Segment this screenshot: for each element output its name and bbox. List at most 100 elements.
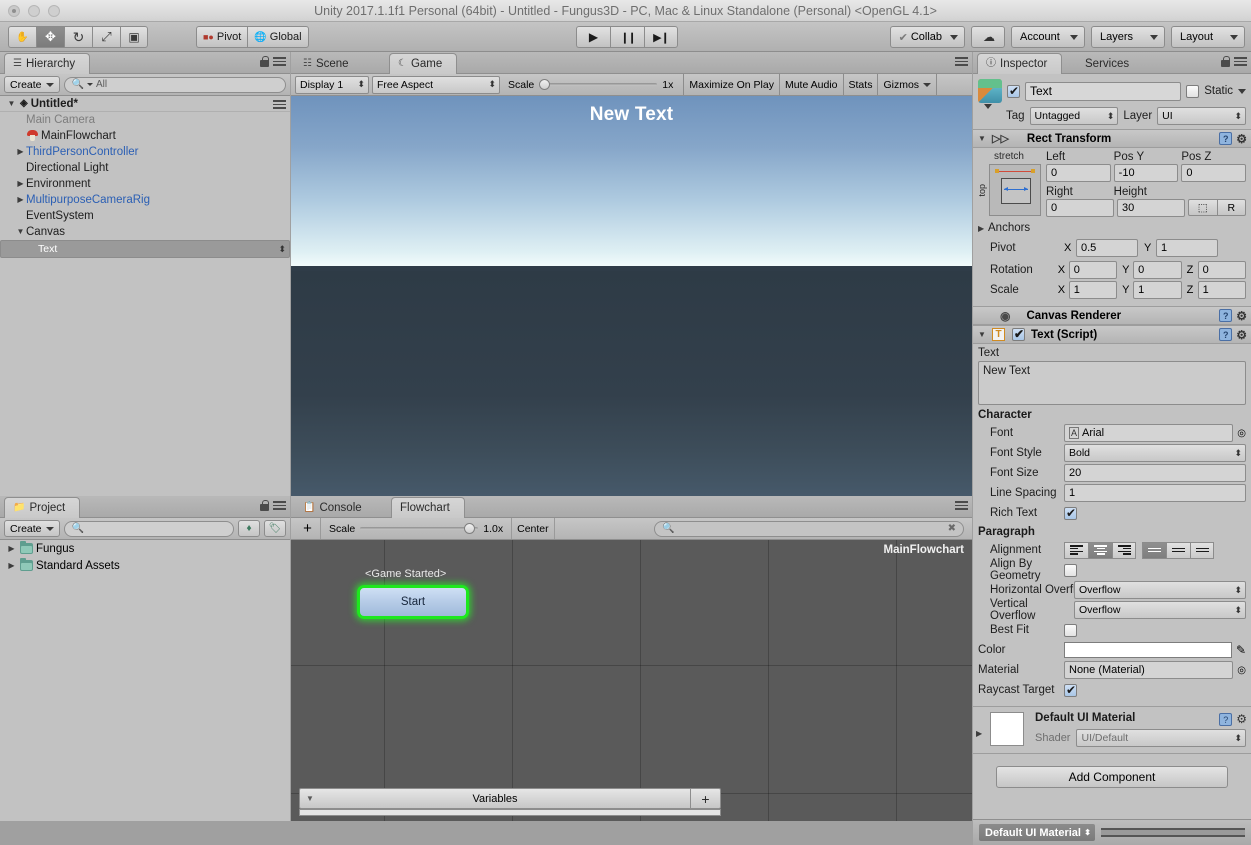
tab-project[interactable]: 📁 Project [4,497,81,518]
canvas-renderer-header-icons[interactable]: ? ⚙ [1219,309,1247,323]
font-style-dropdown[interactable]: Bold [1064,444,1246,462]
hierarchy-item[interactable]: EventSystem [0,208,290,224]
add-component-button[interactable]: Add Component [996,766,1228,788]
menu-icon[interactable] [955,499,968,512]
left-field[interactable]: 0 [1046,164,1111,182]
aspect-dropdown[interactable]: Free Aspect [372,75,500,94]
font-picker-icon[interactable]: ◎ [1237,428,1246,439]
lock-icon[interactable] [260,499,269,511]
align-right-button[interactable] [1112,541,1136,559]
shader-dropdown[interactable]: UI/Default [1076,729,1246,747]
hierarchy-tree[interactable]: ◈ Untitled* Main Camera MainFlowchart Thir… [0,96,290,496]
rotation-x-field[interactable]: 0 [1068,261,1118,279]
raycast-target-checkbox[interactable] [1064,683,1077,697]
flowchart-scale-slider[interactable]: Scale 1.0x [329,523,503,535]
scene-root-row[interactable]: ◈ Untitled* [0,96,290,112]
align-left-button[interactable] [1064,541,1088,559]
material-field[interactable]: None (Material) [1064,661,1234,679]
chevron-down-icon[interactable] [984,104,992,109]
rotation-y-field[interactable]: 0 [1133,261,1182,279]
scene-context-menu[interactable] [273,98,286,111]
height-field[interactable]: 30 [1117,199,1185,217]
text-script-header[interactable]: ▼ T Text (Script) ? ⚙ [973,325,1251,344]
pivot-x-field[interactable]: 0.5 [1076,239,1138,257]
hierarchy-item[interactable]: Main Camera [0,112,290,128]
project-item[interactable]: Standard Assets [0,557,290,574]
horizontal-alignment-group[interactable] [1064,541,1136,559]
flowchart-canvas[interactable]: MainFlowchart <Game Started> Start ▼ Var… [291,540,972,821]
gameobject-active-checkbox[interactable] [1007,84,1020,98]
chevron-down-icon[interactable]: ▼ [978,330,988,339]
hierarchy-item[interactable]: MainFlowchart [0,128,290,144]
tag-dropdown[interactable]: Untagged [1029,107,1119,125]
project-search-input[interactable]: 🔍 [63,520,234,537]
tab-scene[interactable]: ☷ Scene [295,54,363,74]
menu-icon[interactable] [273,499,286,512]
menu-icon[interactable] [273,98,286,111]
step-button[interactable]: ▶❙ [644,26,678,48]
flowchart-slider-knob[interactable] [464,523,476,534]
tab-inspector[interactable]: ⓘ Inspector [977,53,1063,74]
scale-y-field[interactable]: 1 [1133,281,1182,299]
chevron-down-icon[interactable] [15,224,26,240]
hierarchy-item[interactable]: Environment [0,176,290,192]
line-spacing-field[interactable]: 1 [1064,484,1246,502]
scale-slider-knob[interactable] [539,79,551,90]
help-icon[interactable]: ? [1219,309,1233,322]
filter-by-type-button[interactable]: ♦ [238,520,260,537]
rect-tool-button[interactable]: ▣ [120,26,148,48]
flowchart-search-input[interactable]: 🔍 ✖ [654,520,964,537]
pivot-y-field[interactable]: 1 [1156,239,1218,257]
align-by-geometry-checkbox[interactable] [1064,563,1077,577]
scale-z-field[interactable]: 1 [1197,281,1246,299]
chevron-right-icon[interactable]: ▶ [978,224,988,233]
flowchart-slider-track[interactable] [360,523,479,534]
posz-field[interactable]: 0 [1181,164,1247,182]
display-dropdown[interactable]: Display 1 [295,75,369,94]
gear-icon[interactable]: ⚙ [1236,132,1247,146]
help-icon[interactable]: ? [1219,132,1233,145]
project-tab-options[interactable] [260,499,286,512]
chevron-right-icon[interactable] [15,144,26,160]
clear-search-icon[interactable]: ✖ [948,523,956,534]
text-script-enabled-checkbox[interactable] [1012,327,1025,341]
rect-transform-header[interactable]: ▼ ▷▷ Rect Transform ? ⚙ [973,129,1251,148]
chevron-right-icon[interactable]: ▶ [976,729,986,738]
preview-object-dropdown[interactable]: Default UI Material [979,824,1095,841]
chevron-down-icon[interactable] [1238,88,1246,94]
chevron-right-icon[interactable] [6,561,17,570]
chevron-down-icon[interactable]: ▼ [978,134,988,143]
flowchart-tab-options[interactable] [955,499,968,512]
gear-icon[interactable]: ⚙ [1236,712,1247,726]
right-field[interactable]: 0 [1046,199,1114,217]
tab-flowchart[interactable]: Flowchart [391,497,465,518]
align-center-button[interactable] [1088,541,1112,559]
pause-button[interactable]: ❙❙ [610,26,644,48]
scale-x-field[interactable]: 1 [1068,281,1118,299]
align-bottom-button[interactable] [1190,541,1214,559]
material-header-icons[interactable]: ? ⚙ [1219,712,1247,726]
rotation-z-field[interactable]: 0 [1197,261,1246,279]
chevron-down-icon[interactable]: ▼ [306,794,314,803]
menu-icon[interactable] [955,55,968,68]
gameview-tab-options[interactable] [955,55,968,68]
project-item[interactable]: Fungus [0,540,290,557]
maximize-on-play-button[interactable]: Maximize On Play [683,74,780,95]
text-content-textarea[interactable]: New Text [978,361,1246,405]
menu-icon[interactable] [1234,55,1247,68]
hierarchy-search-input[interactable]: 🔍 All [63,76,286,93]
add-variable-button[interactable]: + [691,788,721,809]
center-button[interactable]: Center [511,518,555,539]
align-middle-button[interactable] [1166,541,1190,559]
font-size-field[interactable]: 20 [1064,464,1246,482]
text-script-header-icons[interactable]: ? ⚙ [1219,328,1247,342]
scale-slider-track[interactable] [539,79,658,90]
cloud-services-button[interactable]: ☁ [971,26,1005,48]
variables-toggle[interactable]: ▼ Variables [299,788,691,809]
tab-services[interactable]: Services [1077,54,1143,74]
account-dropdown[interactable]: Account [1011,26,1085,48]
tab-console[interactable]: 📋 Console [295,498,376,518]
game-render-surface[interactable]: New Text [291,96,972,496]
tab-game[interactable]: ☾ Game [389,53,458,74]
material-picker-icon[interactable]: ◎ [1237,665,1246,676]
